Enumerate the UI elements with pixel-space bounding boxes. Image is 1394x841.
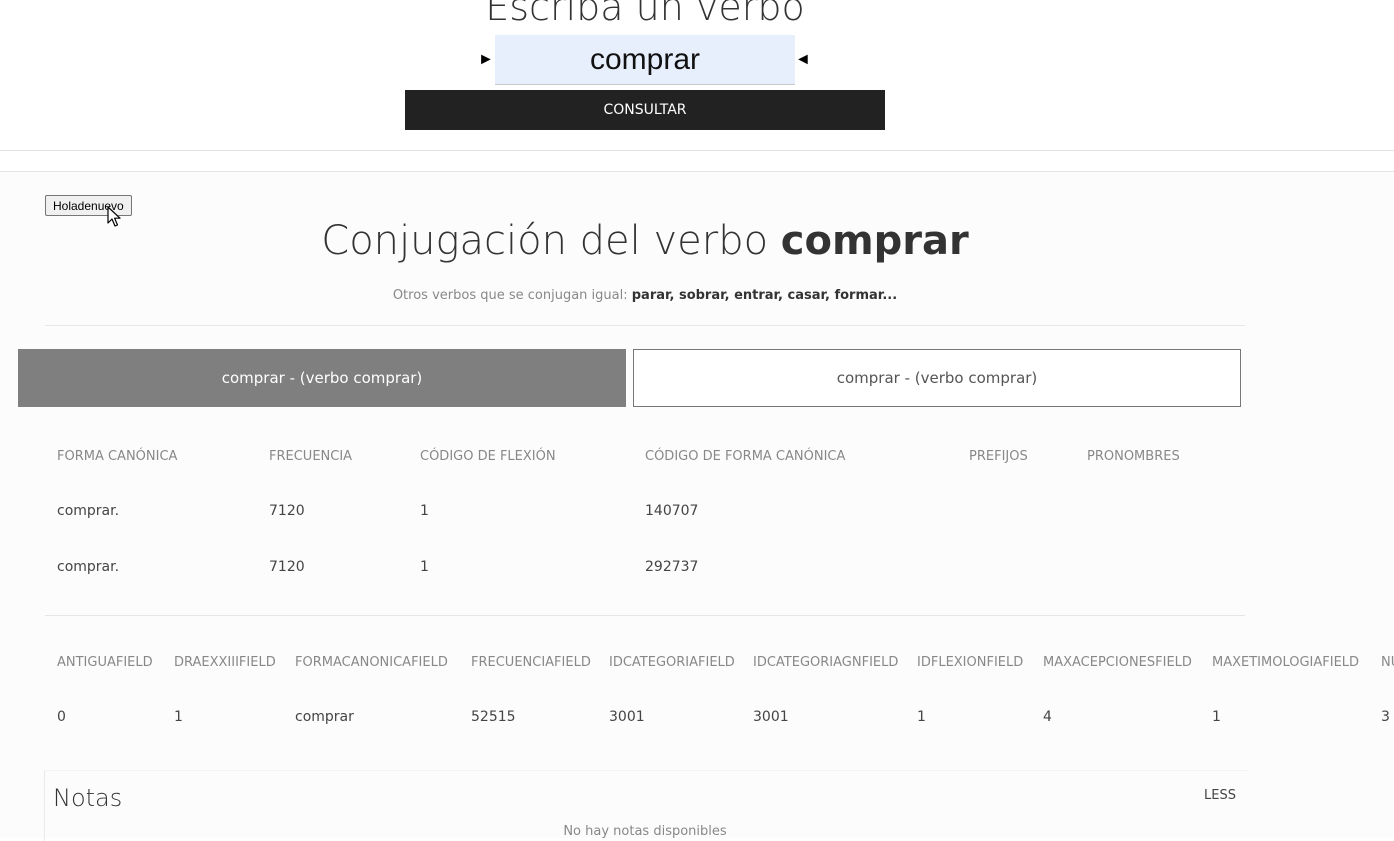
divider <box>0 171 1394 172</box>
divider <box>45 325 1245 326</box>
table-header: MAXACEPCIONESFIELD <box>1043 655 1192 670</box>
similar-verbs-list: parar, sobrar, entrar, casar, formar... <box>631 288 898 303</box>
table-cell: 1 <box>1212 709 1221 725</box>
table-cell: 52515 <box>471 709 516 725</box>
table-header: CÓDIGO DE FLEXIÓN <box>420 449 556 464</box>
no-notes-message: No hay notas disponibles <box>563 824 727 839</box>
table-header: IDFLEXIONFIELD <box>917 655 1024 670</box>
table-cell: 1 <box>420 503 429 519</box>
table-cell: 0 <box>57 709 66 725</box>
table-cell: 140707 <box>645 503 699 519</box>
table-cell: comprar. <box>57 559 120 575</box>
table-cell: 1 <box>420 559 429 575</box>
table-cell: 4 <box>1043 709 1052 725</box>
table-cell: 7120 <box>269 559 305 575</box>
verb-input[interactable] <box>495 35 795 85</box>
arrow-right-icon: ► <box>478 51 494 68</box>
table-header: CÓDIGO DE FORMA CANÓNICA <box>645 449 846 464</box>
table-header: MAXETIMOLOGIAFIELD <box>1212 655 1360 670</box>
table-cell: 1 <box>917 709 926 725</box>
similar-verbs-label: Otros verbos que se conjugan igual: <box>392 288 628 303</box>
tab-comprar-1[interactable]: comprar - (verbo comprar) <box>18 349 626 407</box>
divider <box>0 150 1394 151</box>
table-header: PRONOMBRES <box>1087 449 1180 464</box>
table-header: FRECUENCIAFIELD <box>471 655 591 670</box>
table-cell: comprar <box>295 709 354 725</box>
conjugation-title-prefix: Conjugación del verbo <box>321 218 781 264</box>
table-cell: 3001 <box>609 709 645 725</box>
conjugation-title: Conjugación del verbo comprar <box>0 218 1290 264</box>
table-header: DRAEXXIIIFIELD <box>174 655 276 670</box>
table-header: IDCATEGORIAGNFIELD <box>753 655 899 670</box>
less-toggle[interactable]: LESS <box>1204 788 1236 803</box>
table-header: FORMACANONICAFIELD <box>295 655 448 670</box>
table-cell: 3 <box>1381 709 1390 725</box>
table-header: FORMA CANÓNICA <box>57 449 178 464</box>
arrow-left-icon: ◄ <box>795 51 811 68</box>
table-header: FRECUENCIA <box>269 449 353 464</box>
table-header: ANTIGUAFIELD <box>57 655 153 670</box>
conjugation-verb: comprar <box>780 218 969 264</box>
table-header: IDCATEGORIAFIELD <box>609 655 735 670</box>
table-cell: 1 <box>174 709 183 725</box>
search-title: Escriba un verbo <box>485 0 805 29</box>
consultar-button[interactable]: CONSULTAR <box>405 90 885 130</box>
table-cell: 292737 <box>645 559 699 575</box>
table-cell: 3001 <box>753 709 789 725</box>
divider <box>45 615 1245 616</box>
similar-verbs: Otros verbos que se conjugan igual: para… <box>0 288 1290 303</box>
tab-comprar-2[interactable]: comprar - (verbo comprar) <box>633 349 1241 407</box>
table-header: PREFIJOS <box>969 449 1028 464</box>
table-cell: comprar. <box>57 503 120 519</box>
table-cell: 7120 <box>269 503 305 519</box>
notas-title: Notas <box>53 784 123 812</box>
table-header: NU <box>1381 655 1394 670</box>
